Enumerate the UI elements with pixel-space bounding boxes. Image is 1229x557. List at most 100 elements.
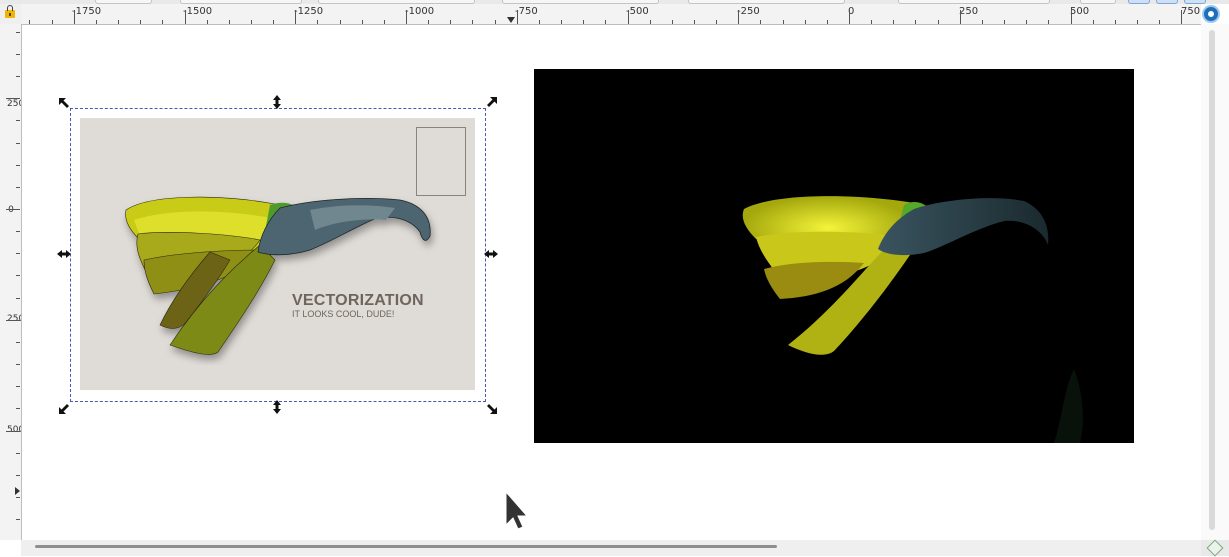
ruler-tick xyxy=(627,10,629,24)
lock-icon[interactable] xyxy=(5,5,15,18)
ruler-tick xyxy=(16,142,20,144)
ruler-tick xyxy=(16,297,20,299)
ruler-tick xyxy=(1159,20,1161,24)
horizontal-scrollbar-thumb[interactable] xyxy=(35,545,777,548)
ruler-tick xyxy=(6,209,20,210)
snap-icon xyxy=(1202,5,1220,23)
ruler-label: -500 xyxy=(626,6,649,17)
ruler-tick xyxy=(605,20,607,24)
ruler-tick xyxy=(184,10,186,24)
ruler-tick xyxy=(16,474,20,476)
ruler-tick xyxy=(1048,20,1050,24)
ruler-tick xyxy=(472,20,474,24)
ruler-tick xyxy=(383,20,385,24)
ruler-tick xyxy=(361,20,363,24)
ruler-tick xyxy=(16,408,20,410)
ruler-tick xyxy=(649,20,651,24)
ruler-tick xyxy=(516,10,518,24)
ruler-tick xyxy=(118,20,120,24)
ruler-tick xyxy=(428,20,430,24)
ruler-tick xyxy=(95,20,97,24)
vertical-scrollbar[interactable] xyxy=(1201,24,1229,540)
ruler-tick xyxy=(959,10,961,24)
ruler-tick xyxy=(826,20,828,24)
daffodil-photo-image xyxy=(742,196,1083,443)
resize-handle-sw-icon[interactable] xyxy=(56,399,74,417)
ruler-tick xyxy=(140,20,142,24)
ruler-tick xyxy=(1004,20,1006,24)
resize-handle-s-icon[interactable] xyxy=(268,398,286,416)
ruler-tick xyxy=(16,231,20,233)
ruler-tick xyxy=(450,20,452,24)
vertical-ruler[interactable]: 250 0 250 500 xyxy=(0,24,22,540)
ruler-tick xyxy=(1181,10,1183,24)
ruler-label: -1250 xyxy=(294,6,324,17)
ruler-label: 750 xyxy=(1181,6,1201,17)
ruler-tick xyxy=(16,496,20,498)
ruler-tick xyxy=(937,20,939,24)
ruler-tick xyxy=(1092,20,1094,24)
resize-handle-n-icon[interactable] xyxy=(268,93,286,111)
ruler-tick xyxy=(73,10,75,24)
ruler-position-marker xyxy=(15,487,20,495)
ruler-tick xyxy=(6,319,20,321)
ruler-corner[interactable] xyxy=(0,4,22,25)
ruler-tick xyxy=(16,164,20,166)
ruler-tick xyxy=(16,452,20,454)
ruler-position-marker xyxy=(507,17,515,23)
ruler-tick xyxy=(760,20,762,24)
ruler-tick xyxy=(804,20,806,24)
ruler-tick xyxy=(1114,20,1116,24)
resize-handle-e-icon[interactable] xyxy=(482,245,500,263)
ruler-tick xyxy=(871,20,873,24)
ruler-tick xyxy=(538,20,540,24)
ruler-label: 250 xyxy=(7,99,21,109)
resize-handle-ne-icon[interactable] xyxy=(482,94,500,112)
ruler-tick xyxy=(16,275,20,277)
ruler-label: -1500 xyxy=(183,6,213,17)
ruler-tick xyxy=(583,20,585,24)
ruler-tick xyxy=(693,20,695,24)
resize-handle-se-icon[interactable] xyxy=(482,399,500,417)
ruler-label: -1000 xyxy=(405,6,435,17)
ruler-tick xyxy=(206,20,208,24)
mouse-pointer-icon xyxy=(505,491,529,530)
ruler-tick xyxy=(782,20,784,24)
ruler-tick xyxy=(893,20,895,24)
ruler-tick xyxy=(981,20,983,24)
ruler-tick xyxy=(295,10,297,24)
ruler-tick xyxy=(16,53,20,55)
daffodil-photo[interactable] xyxy=(534,69,1134,443)
ruler-tick xyxy=(16,386,20,388)
ruler-tick xyxy=(162,20,164,24)
selection-bounding-box xyxy=(70,108,486,402)
ruler-label: 250 xyxy=(959,6,979,17)
corner-icon xyxy=(1206,539,1224,557)
horizontal-scrollbar[interactable] xyxy=(21,540,1201,556)
snap-toggle[interactable] xyxy=(1201,4,1222,24)
ruler-tick xyxy=(228,20,230,24)
resize-handle-nw-icon[interactable] xyxy=(56,95,74,113)
resize-handle-w-icon[interactable] xyxy=(55,245,73,263)
ruler-tick xyxy=(406,10,407,24)
ruler-tick xyxy=(849,10,850,24)
horizontal-ruler[interactable]: -1750 -1500 -1250 -1000 -750 -500 -250 0… xyxy=(21,4,1201,25)
ruler-tick xyxy=(16,186,20,188)
ruler-tick xyxy=(16,519,20,521)
ruler-tick xyxy=(16,341,20,343)
ruler-tick xyxy=(16,31,20,33)
ruler-tick xyxy=(16,253,20,255)
zoom-corner[interactable] xyxy=(1201,539,1229,557)
ruler-tick xyxy=(6,430,20,432)
ruler-tick xyxy=(273,20,275,24)
vertical-scrollbar-track[interactable] xyxy=(1209,30,1215,530)
ruler-tick xyxy=(671,20,673,24)
ruler-label: -1750 xyxy=(72,6,102,17)
ruler-tick xyxy=(494,20,496,24)
ruler-tick xyxy=(29,20,31,24)
ruler-tick xyxy=(16,120,20,122)
ruler-label: -250 xyxy=(737,6,760,17)
ruler-tick xyxy=(915,20,917,24)
ruler-tick xyxy=(339,20,341,24)
ruler-tick xyxy=(1136,20,1138,24)
